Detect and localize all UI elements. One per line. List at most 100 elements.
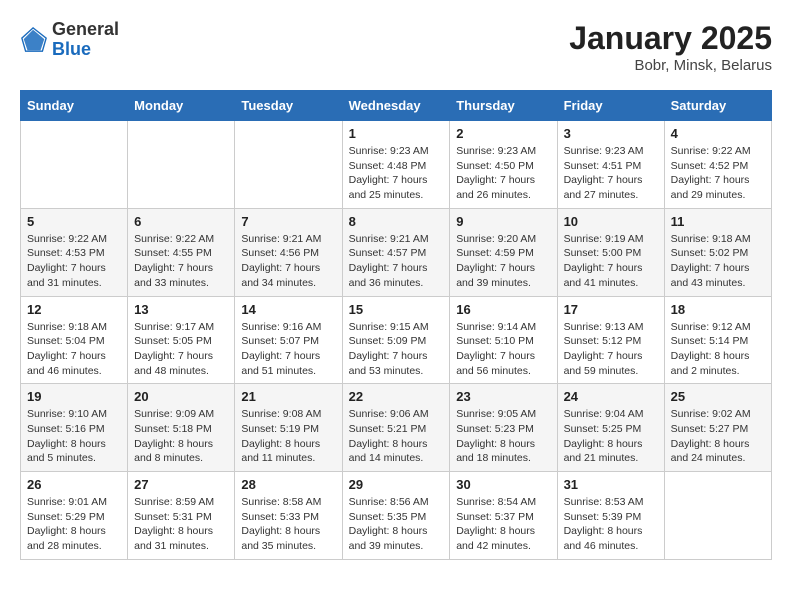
day-cell: 13 Sunrise: 9:17 AM Sunset: 5:05 PM Dayli…: [128, 296, 235, 384]
day-cell: 4Sunrise: 9:22 AM Sunset: 4:52 PM Daylig…: [664, 121, 771, 209]
day-number: 24: [564, 389, 658, 404]
day-number: 18: [671, 302, 765, 317]
weekday-header-sunday: Sunday: [21, 91, 128, 121]
day-cell: 12 Sunrise: 9:18 AM Sunset: 5:04 PM Dayli…: [21, 296, 128, 384]
day-number: 25: [671, 389, 765, 404]
weekday-header-friday: Friday: [557, 91, 664, 121]
day-info: Sunrise: 8:53 AM Sunset: 5:39 PM Dayligh…: [564, 495, 658, 554]
day-number: 22: [349, 389, 444, 404]
day-info: Sunrise: 9:09 AM Sunset: 5:18 PM Dayligh…: [134, 407, 228, 466]
day-number: 20: [134, 389, 228, 404]
day-cell: 3Sunrise: 9:23 AM Sunset: 4:51 PM Daylig…: [557, 121, 664, 209]
weekday-header-wednesday: Wednesday: [342, 91, 450, 121]
day-cell: 7 Sunrise: 9:21 AM Sunset: 4:56 PM Daylig…: [235, 208, 342, 296]
day-info: Sunrise: 9:10 AM Sunset: 5:16 PM Dayligh…: [27, 407, 121, 466]
weekday-header-tuesday: Tuesday: [235, 91, 342, 121]
day-info: Sunrise: 9:04 AM Sunset: 5:25 PM Dayligh…: [564, 407, 658, 466]
day-number: 31: [564, 477, 658, 492]
day-info: Sunrise: 8:56 AM Sunset: 5:35 PM Dayligh…: [349, 495, 444, 554]
day-cell: 9 Sunrise: 9:20 AM Sunset: 4:59 PM Daylig…: [450, 208, 557, 296]
day-info: Sunrise: 9:22 AM Sunset: 4:53 PM Dayligh…: [27, 232, 121, 291]
day-number: 1: [349, 126, 444, 141]
day-info: Sunrise: 9:23 AM Sunset: 4:48 PM Dayligh…: [349, 144, 444, 203]
day-cell: 2Sunrise: 9:23 AM Sunset: 4:50 PM Daylig…: [450, 121, 557, 209]
day-cell: 16Sunrise: 9:14 AM Sunset: 5:10 PM Dayli…: [450, 296, 557, 384]
page-subtitle: Bobr, Minsk, Belarus: [569, 57, 772, 74]
day-number: 28: [241, 477, 335, 492]
day-info: Sunrise: 9:19 AM Sunset: 5:00 PM Dayligh…: [564, 232, 658, 291]
day-info: Sunrise: 9:02 AM Sunset: 5:27 PM Dayligh…: [671, 407, 765, 466]
day-cell: 8 Sunrise: 9:21 AM Sunset: 4:57 PM Daylig…: [342, 208, 450, 296]
day-info: Sunrise: 9:01 AM Sunset: 5:29 PM Dayligh…: [27, 495, 121, 554]
day-cell: 19 Sunrise: 9:10 AM Sunset: 5:16 PM Dayli…: [21, 384, 128, 472]
day-number: 27: [134, 477, 228, 492]
calendar-table: SundayMondayTuesdayWednesdayThursdayFrid…: [20, 90, 772, 560]
day-number: 2: [456, 126, 550, 141]
day-cell: [664, 472, 771, 560]
day-number: 7: [241, 214, 335, 229]
day-cell: 28 Sunrise: 8:58 AM Sunset: 5:33 PM Dayli…: [235, 472, 342, 560]
weekday-header-row: SundayMondayTuesdayWednesdayThursdayFrid…: [21, 91, 772, 121]
day-info: Sunrise: 8:54 AM Sunset: 5:37 PM Dayligh…: [456, 495, 550, 554]
day-number: 11: [671, 214, 765, 229]
day-cell: 15Sunrise: 9:15 AM Sunset: 5:09 PM Dayli…: [342, 296, 450, 384]
day-number: 8: [349, 214, 444, 229]
logo-text: General Blue: [52, 20, 119, 60]
day-number: 26: [27, 477, 121, 492]
day-number: 19: [27, 389, 121, 404]
day-cell: [128, 121, 235, 209]
day-number: 17: [564, 302, 658, 317]
logo-general: General: [52, 19, 119, 39]
day-cell: 25 Sunrise: 9:02 AM Sunset: 5:27 PM Dayli…: [664, 384, 771, 472]
day-info: Sunrise: 9:22 AM Sunset: 4:52 PM Dayligh…: [671, 144, 765, 203]
day-info: Sunrise: 9:21 AM Sunset: 4:57 PM Dayligh…: [349, 232, 444, 291]
day-number: 5: [27, 214, 121, 229]
day-cell: 17 Sunrise: 9:13 AM Sunset: 5:12 PM Dayli…: [557, 296, 664, 384]
day-cell: 29Sunrise: 8:56 AM Sunset: 5:35 PM Dayli…: [342, 472, 450, 560]
day-cell: 23Sunrise: 9:05 AM Sunset: 5:23 PM Dayli…: [450, 384, 557, 472]
logo-blue: Blue: [52, 39, 91, 59]
day-info: Sunrise: 9:21 AM Sunset: 4:56 PM Dayligh…: [241, 232, 335, 291]
day-info: Sunrise: 9:23 AM Sunset: 4:51 PM Dayligh…: [564, 144, 658, 203]
week-row-5: 26 Sunrise: 9:01 AM Sunset: 5:29 PM Dayli…: [21, 472, 772, 560]
day-number: 15: [349, 302, 444, 317]
week-row-3: 12 Sunrise: 9:18 AM Sunset: 5:04 PM Dayli…: [21, 296, 772, 384]
day-info: Sunrise: 9:22 AM Sunset: 4:55 PM Dayligh…: [134, 232, 228, 291]
day-cell: 18 Sunrise: 9:12 AM Sunset: 5:14 PM Dayli…: [664, 296, 771, 384]
day-cell: 14 Sunrise: 9:16 AM Sunset: 5:07 PM Dayli…: [235, 296, 342, 384]
day-cell: 6 Sunrise: 9:22 AM Sunset: 4:55 PM Daylig…: [128, 208, 235, 296]
day-info: Sunrise: 8:58 AM Sunset: 5:33 PM Dayligh…: [241, 495, 335, 554]
page-header: General Blue January 2025 Bobr, Minsk, B…: [20, 20, 772, 74]
day-number: 13: [134, 302, 228, 317]
week-row-1: 1 Sunrise: 9:23 AM Sunset: 4:48 PM Daylig…: [21, 121, 772, 209]
day-info: Sunrise: 9:20 AM Sunset: 4:59 PM Dayligh…: [456, 232, 550, 291]
day-number: 10: [564, 214, 658, 229]
day-cell: 24 Sunrise: 9:04 AM Sunset: 5:25 PM Dayli…: [557, 384, 664, 472]
day-cell: 11Sunrise: 9:18 AM Sunset: 5:02 PM Dayli…: [664, 208, 771, 296]
day-cell: 10 Sunrise: 9:19 AM Sunset: 5:00 PM Dayli…: [557, 208, 664, 296]
day-info: Sunrise: 9:13 AM Sunset: 5:12 PM Dayligh…: [564, 320, 658, 379]
logo: General Blue: [20, 20, 119, 60]
day-info: Sunrise: 9:18 AM Sunset: 5:04 PM Dayligh…: [27, 320, 121, 379]
day-info: Sunrise: 9:06 AM Sunset: 5:21 PM Dayligh…: [349, 407, 444, 466]
day-cell: 5 Sunrise: 9:22 AM Sunset: 4:53 PM Daylig…: [21, 208, 128, 296]
day-number: 6: [134, 214, 228, 229]
weekday-header-saturday: Saturday: [664, 91, 771, 121]
day-info: Sunrise: 9:05 AM Sunset: 5:23 PM Dayligh…: [456, 407, 550, 466]
day-info: Sunrise: 9:14 AM Sunset: 5:10 PM Dayligh…: [456, 320, 550, 379]
day-cell: 31 Sunrise: 8:53 AM Sunset: 5:39 PM Dayli…: [557, 472, 664, 560]
day-cell: 20 Sunrise: 9:09 AM Sunset: 5:18 PM Dayli…: [128, 384, 235, 472]
day-info: Sunrise: 9:17 AM Sunset: 5:05 PM Dayligh…: [134, 320, 228, 379]
day-cell: 30Sunrise: 8:54 AM Sunset: 5:37 PM Dayli…: [450, 472, 557, 560]
day-info: Sunrise: 9:12 AM Sunset: 5:14 PM Dayligh…: [671, 320, 765, 379]
day-cell: 1 Sunrise: 9:23 AM Sunset: 4:48 PM Daylig…: [342, 121, 450, 209]
title-block: January 2025 Bobr, Minsk, Belarus: [569, 20, 772, 74]
day-info: Sunrise: 9:16 AM Sunset: 5:07 PM Dayligh…: [241, 320, 335, 379]
day-cell: [21, 121, 128, 209]
logo-icon: [20, 26, 48, 54]
weekday-header-monday: Monday: [128, 91, 235, 121]
day-number: 12: [27, 302, 121, 317]
week-row-2: 5 Sunrise: 9:22 AM Sunset: 4:53 PM Daylig…: [21, 208, 772, 296]
day-number: 9: [456, 214, 550, 229]
day-number: 14: [241, 302, 335, 317]
